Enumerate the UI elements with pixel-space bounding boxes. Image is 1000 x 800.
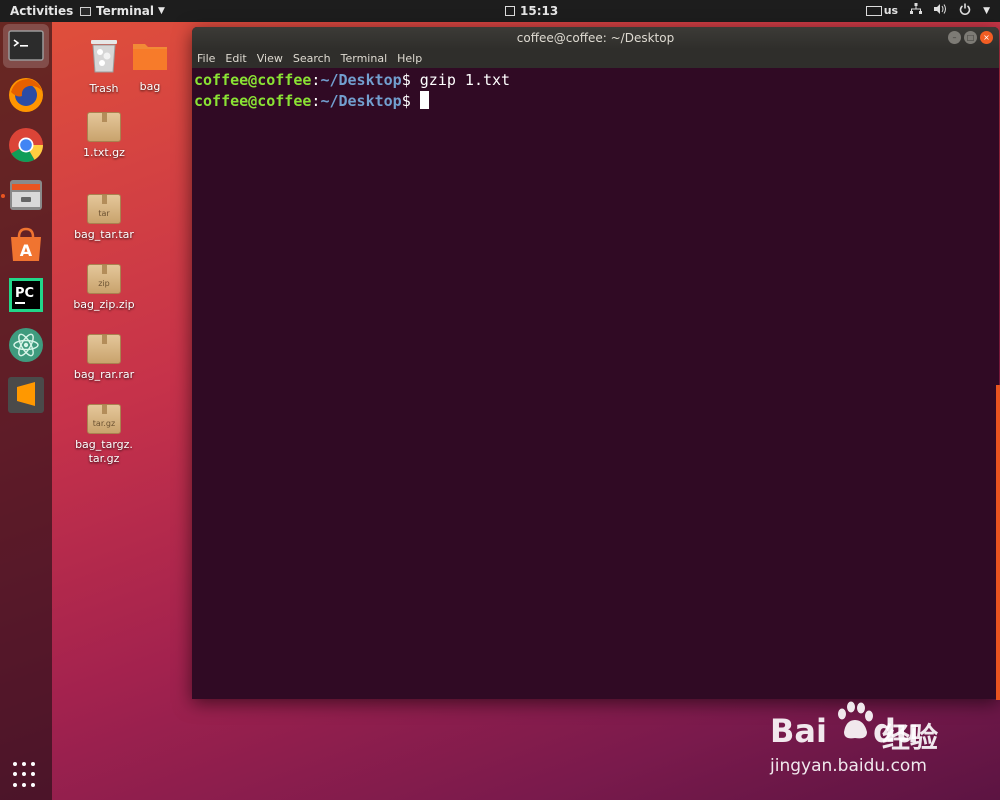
- network-icon[interactable]: [910, 3, 923, 18]
- desktop-icon-label: bag: [139, 80, 161, 93]
- terminal-line: coffee@coffee:~/Desktop$: [194, 91, 997, 112]
- archive-icon: [87, 112, 121, 142]
- running-indicator: [1, 194, 5, 198]
- prompt-symbol: $: [401, 92, 411, 110]
- menu-edit[interactable]: Edit: [225, 49, 251, 68]
- archive-icon: tar.gz: [87, 404, 121, 434]
- menu-terminal[interactable]: Terminal: [341, 49, 393, 68]
- chrome-icon: [9, 128, 43, 162]
- desktop-icon-archive[interactable]: 1.txt.gz: [64, 112, 144, 160]
- prompt-path: ~/Desktop: [320, 92, 402, 110]
- activities-button[interactable]: Activities: [10, 4, 73, 18]
- desktop-icon-archive[interactable]: tar.gz bag_targz. tar.gz: [64, 404, 144, 466]
- keyboard-layout-label: us: [883, 4, 899, 17]
- archive-icon: zip: [87, 264, 121, 294]
- dock-item-firefox[interactable]: [7, 76, 45, 114]
- watermark-cn: 经验: [882, 721, 939, 754]
- menu-file[interactable]: File: [197, 49, 220, 68]
- desktop-icon-label: bag_zip.zip: [73, 298, 135, 311]
- terminal-small-icon: [80, 6, 91, 16]
- prompt-path: ~/Desktop: [320, 71, 402, 89]
- dock-item-sublime[interactable]: [7, 376, 45, 414]
- firefox-icon: [9, 78, 43, 112]
- calendar-icon: [505, 6, 515, 16]
- prompt-user: coffee@coffee: [194, 92, 312, 110]
- menu-search[interactable]: Search: [293, 49, 336, 68]
- caret-down-icon: ▼: [158, 6, 165, 16]
- prompt-symbol: $: [401, 71, 411, 89]
- dock-item-atom[interactable]: [7, 326, 45, 364]
- command-text: [411, 92, 420, 110]
- desktop-icon-label: 1.txt.gz: [83, 146, 125, 159]
- command-text: gzip 1.txt: [410, 71, 511, 89]
- desktop-icon-label: bag_rar.rar: [73, 368, 135, 381]
- prompt-user: coffee@coffee: [194, 71, 312, 89]
- atom-icon: [9, 328, 43, 362]
- dock-item-terminal[interactable]: [3, 24, 49, 68]
- app-menu-label: Terminal: [96, 4, 155, 18]
- dock-item-chrome[interactable]: [7, 126, 45, 164]
- desktop-icon-label: bag_tar.tar: [74, 228, 134, 241]
- terminal-window[interactable]: coffee@coffee: ~/Desktop – □ × File Edit…: [192, 27, 999, 699]
- window-edge-highlight: [996, 385, 1000, 700]
- paw-logo-icon: [838, 701, 873, 739]
- volume-icon[interactable]: [934, 3, 947, 18]
- terminal-output[interactable]: coffee@coffee:~/Desktop$ gzip 1.txt coff…: [192, 68, 999, 114]
- files-icon: [10, 180, 42, 210]
- archive-icon: [87, 334, 121, 364]
- folder-icon: [133, 44, 167, 70]
- dock-item-pycharm[interactable]: PC: [7, 276, 45, 314]
- terminal-menubar: File Edit View Search Terminal Help: [192, 49, 999, 68]
- window-controls: – □ ×: [948, 31, 993, 44]
- archive-icon: tar: [87, 194, 121, 224]
- menu-view[interactable]: View: [257, 49, 288, 68]
- top-bar: Activities Terminal ▼ 15:13 us ▼: [0, 0, 1000, 22]
- maximize-icon[interactable]: □: [964, 31, 977, 44]
- sublime-text-icon: [8, 377, 44, 413]
- show-applications-button[interactable]: [13, 762, 39, 788]
- svg-text:PC: PC: [15, 286, 34, 301]
- clock-time: 15:13: [520, 4, 559, 18]
- menu-help[interactable]: Help: [397, 49, 427, 68]
- desktop-icon-archive[interactable]: zip bag_zip.zip: [64, 264, 144, 312]
- caret-down-icon[interactable]: ▼: [983, 6, 990, 16]
- pycharm-icon: PC: [9, 278, 43, 312]
- minimize-icon[interactable]: –: [948, 31, 961, 44]
- power-icon[interactable]: [959, 3, 971, 18]
- close-icon[interactable]: ×: [980, 31, 993, 44]
- dock: A PC: [0, 22, 52, 800]
- window-title: coffee@coffee: ~/Desktop: [516, 31, 675, 45]
- software-center-icon: A: [11, 227, 41, 261]
- terminal-line: coffee@coffee:~/Desktop$ gzip 1.txt: [194, 70, 997, 91]
- desktop-icon-label: bag_targz. tar.gz: [75, 438, 133, 465]
- dock-item-files[interactable]: [7, 176, 45, 214]
- terminal-icon: [8, 30, 44, 61]
- window-titlebar[interactable]: coffee@coffee: ~/Desktop – □ ×: [192, 27, 999, 49]
- watermark: Bai du 经验 jingyan.baidu.com: [770, 700, 990, 780]
- watermark-url: jingyan.baidu.com: [770, 756, 927, 776]
- app-menu[interactable]: Terminal ▼: [80, 4, 165, 18]
- clock[interactable]: 15:13: [505, 4, 558, 18]
- desktop-icon-archive[interactable]: bag_rar.rar: [64, 334, 144, 382]
- keyboard-layout-indicator[interactable]: us: [865, 4, 899, 17]
- desktop-icon-bag-folder[interactable]: bag: [110, 40, 190, 94]
- text-cursor: [419, 91, 429, 109]
- system-tray[interactable]: us ▼: [865, 3, 990, 18]
- dock-item-software[interactable]: A: [7, 226, 45, 264]
- svg-text:A: A: [20, 241, 33, 260]
- desktop-icon-archive[interactable]: tar bag_tar.tar: [64, 194, 144, 242]
- keyboard-icon: [865, 5, 882, 16]
